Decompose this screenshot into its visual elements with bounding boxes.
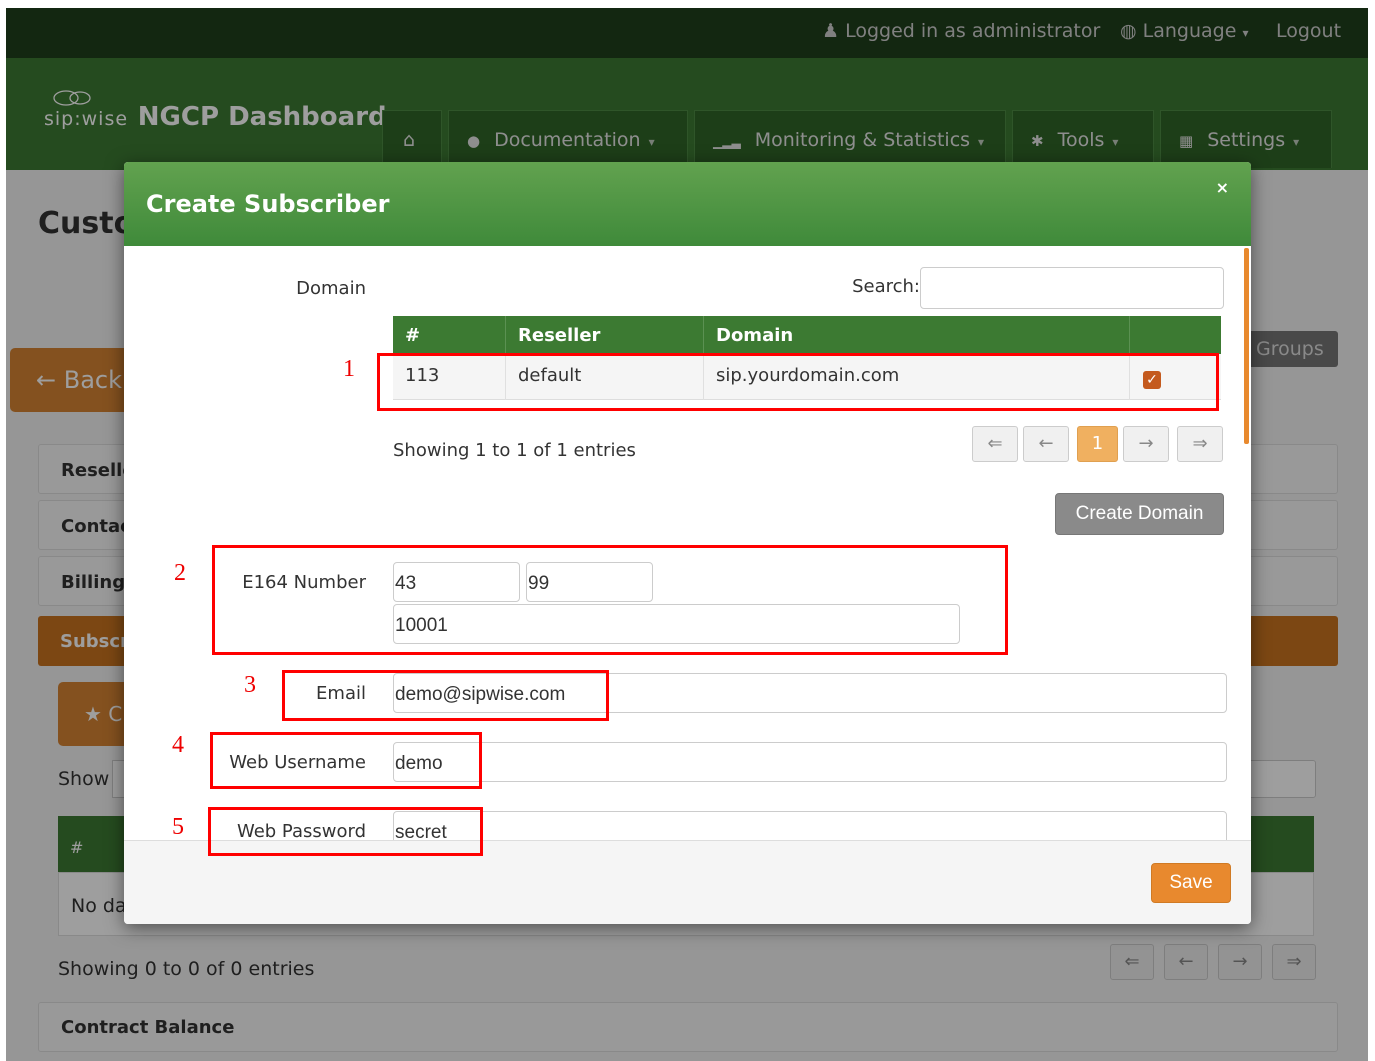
annotation-number-2: 2 — [174, 560, 186, 586]
modal-title: Create Subscriber — [146, 190, 390, 218]
annotation-box-3 — [282, 670, 609, 721]
save-button[interactable]: Save — [1151, 863, 1231, 903]
col-select — [1130, 316, 1221, 354]
annotation-box-5 — [208, 807, 483, 856]
pager-page-1[interactable]: 1 — [1077, 426, 1118, 462]
annotation-number-1: 1 — [343, 356, 355, 382]
col-id[interactable]: # — [393, 316, 506, 354]
annotation-box-4 — [210, 732, 482, 789]
annotation-box-2 — [212, 545, 1008, 655]
create-domain-button[interactable]: Create Domain — [1055, 493, 1224, 535]
modal-header: Create Subscriber × — [124, 162, 1251, 246]
pager-prev[interactable]: ← — [1023, 426, 1069, 462]
close-icon[interactable]: × — [1216, 178, 1229, 197]
web-password-input[interactable]: secret — [393, 811, 1227, 840]
domain-table-info: Showing 1 to 1 of 1 entries — [393, 440, 636, 461]
domain-search-input[interactable] — [920, 267, 1224, 309]
pager-last[interactable]: ⇒ — [1177, 426, 1223, 462]
pager-next[interactable]: → — [1123, 426, 1169, 462]
domain-table-header: # Reseller Domain — [393, 316, 1221, 354]
search-label: Search: — [852, 276, 920, 297]
annotation-number-5: 5 — [172, 814, 184, 840]
modal-scrollbar[interactable] — [1244, 248, 1249, 444]
domain-label: Domain — [296, 278, 366, 299]
col-domain[interactable]: Domain — [704, 316, 1130, 354]
annotation-box-1 — [377, 353, 1219, 411]
annotation-number-3: 3 — [244, 672, 256, 698]
pager-first[interactable]: ⇐ — [972, 426, 1018, 462]
web-username-input[interactable]: demo — [393, 742, 1227, 782]
col-reseller[interactable]: Reseller — [506, 316, 704, 354]
annotation-number-4: 4 — [172, 732, 184, 758]
